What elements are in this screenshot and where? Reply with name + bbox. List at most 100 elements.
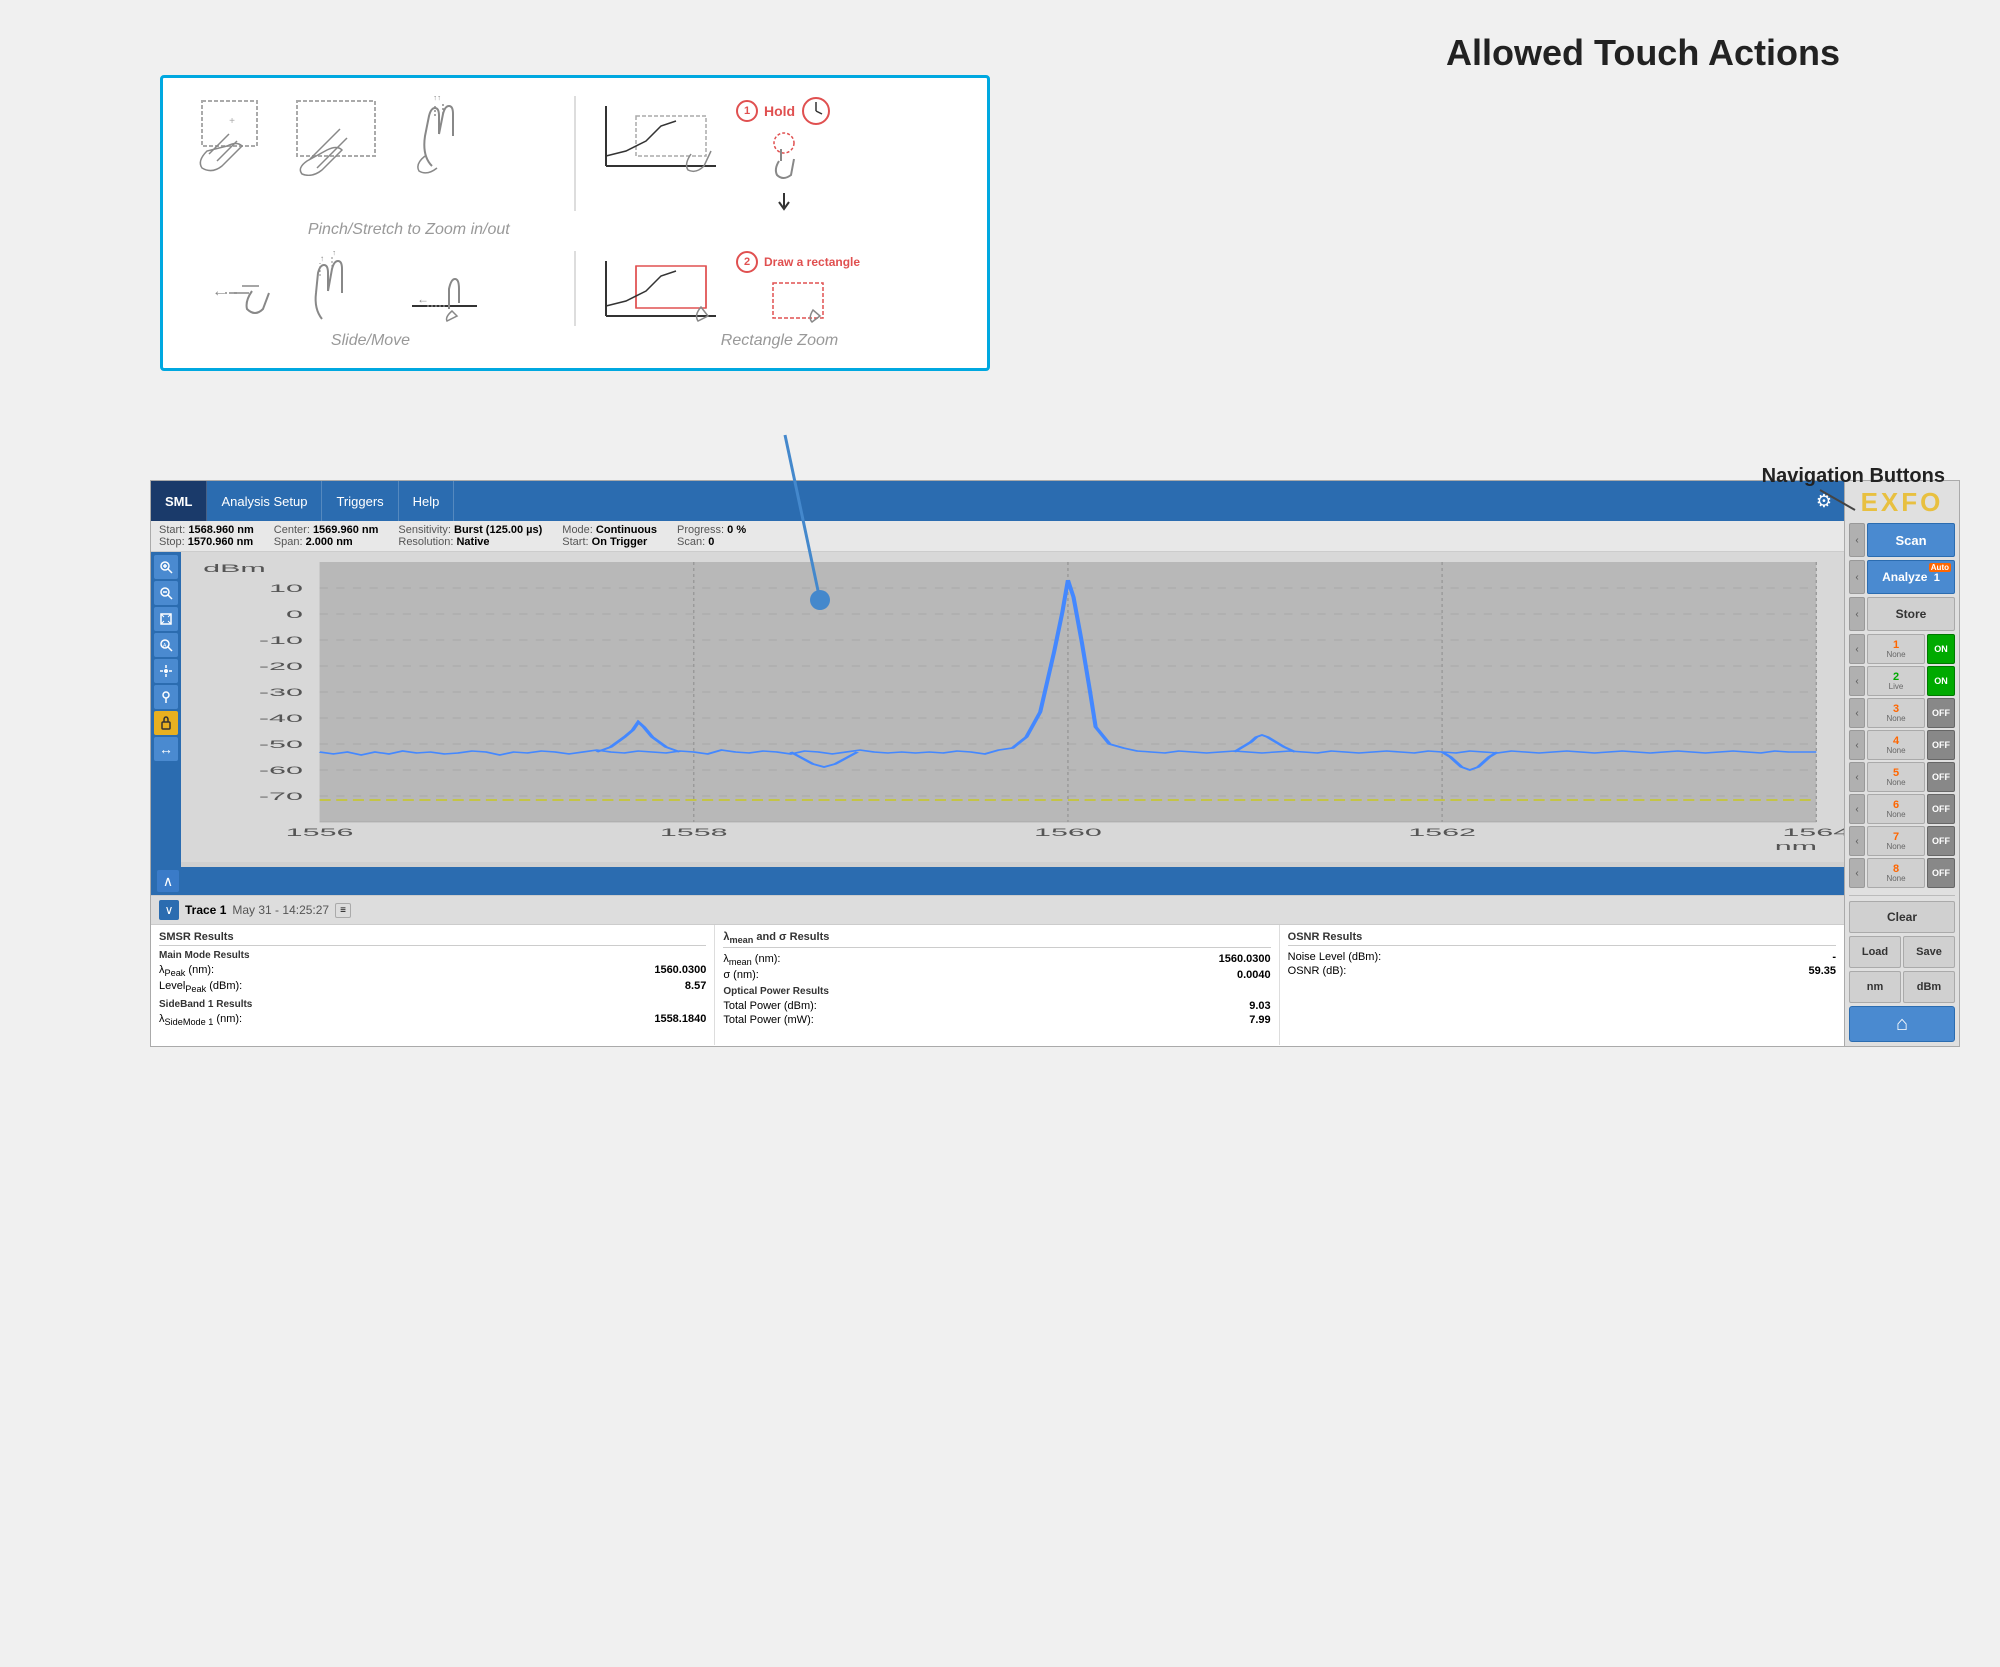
trace-4-btn[interactable]: 4None	[1867, 730, 1925, 760]
span-label: Span:	[274, 536, 303, 548]
results-toggle-btn[interactable]: ∨	[159, 900, 179, 920]
trace-6-status-btn[interactable]: OFF	[1927, 794, 1955, 824]
dbm-btn[interactable]: dBm	[1903, 971, 1955, 1003]
analyze-chevron[interactable]: ‹	[1849, 560, 1865, 594]
trace-1-status-btn[interactable]: ON	[1927, 634, 1955, 664]
chart-container: A ↔	[151, 552, 1844, 867]
trace-2-chevron[interactable]: ‹	[1849, 666, 1865, 696]
svg-text:↑: ↑	[320, 254, 324, 263]
scroll-up-btn[interactable]: ∧	[157, 870, 179, 892]
main-mode-title: Main Mode Results	[159, 950, 706, 961]
store-btn[interactable]: Store	[1867, 597, 1955, 631]
svg-text:-30: -30	[259, 686, 303, 698]
trace-3-chevron[interactable]: ‹	[1849, 698, 1865, 728]
touch-actions-box: + ↑↑	[160, 75, 990, 371]
trace-1-chevron[interactable]: ‹	[1849, 634, 1865, 664]
progress-label: Progress:	[677, 524, 724, 536]
zoom-all-btn[interactable]: A	[154, 633, 178, 657]
sigma-label: σ (nm):	[723, 969, 759, 981]
trace-2-status-btn[interactable]: ON	[1927, 666, 1955, 696]
zoom-in-btn[interactable]	[154, 555, 178, 579]
chart-bottom-nav: ∧	[151, 867, 1844, 895]
osnr-col: OSNR Results Noise Level (dBm): - OSNR (…	[1280, 925, 1844, 1045]
sigma-value: 0.0040	[1237, 969, 1271, 981]
center-label: Center:	[274, 524, 310, 536]
menu-item-analysis[interactable]: Analysis Setup	[207, 481, 322, 521]
svg-text:+: +	[229, 116, 235, 127]
menu-item-triggers[interactable]: Triggers	[322, 481, 398, 521]
save-btn[interactable]: Save	[1903, 936, 1955, 968]
trace-5-chevron[interactable]: ‹	[1849, 762, 1865, 792]
menu-item-sml[interactable]: SML	[151, 481, 207, 521]
svg-text:nm: nm	[1775, 840, 1817, 852]
chart-area[interactable]: 10 0 -10 -20 -30 -40 -50 -60 -70 dBm 155…	[181, 552, 1844, 867]
trace-5-btn[interactable]: 5None	[1867, 762, 1925, 792]
trace-6-btn[interactable]: 6None	[1867, 794, 1925, 824]
load-save-row: Load Save	[1849, 936, 1955, 968]
store-chevron[interactable]: ‹	[1849, 597, 1865, 631]
rect-zoom-bottom-icon	[596, 251, 726, 326]
svg-text:dBm: dBm	[203, 562, 266, 574]
menu-bar: SML Analysis Setup Triggers Help ⚙	[151, 481, 1844, 521]
trace-7-status-btn[interactable]: OFF	[1927, 826, 1955, 856]
analyze-num: 1	[1934, 572, 1940, 584]
trace-3-status-btn[interactable]: OFF	[1927, 698, 1955, 728]
svg-text:1556: 1556	[286, 826, 354, 838]
trace-extra-btn[interactable]: ≡	[335, 903, 351, 918]
total-power-dbm-label: Total Power (dBm):	[723, 1000, 817, 1012]
trace-4-row: ‹4NoneOFF	[1849, 730, 1955, 760]
trace-1-btn[interactable]: 1None	[1867, 634, 1925, 664]
resolution-label: Resolution:	[398, 536, 453, 548]
trace-timestamp: May 31 - 14:25:27	[232, 903, 329, 917]
scan-status-value: 0	[708, 536, 714, 548]
scan-chevron[interactable]: ‹	[1849, 523, 1865, 557]
scan-btn[interactable]: Scan	[1867, 523, 1955, 557]
marker-btn[interactable]	[154, 685, 178, 709]
trace-8-chevron[interactable]: ‹	[1849, 858, 1865, 888]
start-trig-label: Start:	[562, 536, 588, 548]
trace-5-status-btn[interactable]: OFF	[1927, 762, 1955, 792]
span-value: 2.000 nm	[306, 536, 353, 548]
rect-zoom-graph-icon	[596, 96, 726, 176]
total-power-mw-value: 7.99	[1249, 1014, 1270, 1026]
home-btn[interactable]: ⌂	[1849, 1006, 1955, 1042]
lambda-sigma-col: λmean and σ Results λmean (nm): 1560.030…	[715, 925, 1279, 1045]
trace-2-btn[interactable]: 2Live	[1867, 666, 1925, 696]
nav-buttons-label: Navigation Buttons	[1762, 465, 1945, 488]
trace-7-btn[interactable]: 7None	[1867, 826, 1925, 856]
arrow-down-icon	[774, 191, 794, 211]
clear-btn[interactable]: Clear	[1849, 901, 1955, 933]
zoom-fit-btn[interactable]	[154, 607, 178, 631]
trace-3-row: ‹3NoneOFF	[1849, 698, 1955, 728]
trace-4-chevron[interactable]: ‹	[1849, 730, 1865, 760]
trace-8-status-btn[interactable]: OFF	[1927, 858, 1955, 888]
trace-3-btn[interactable]: 3None	[1867, 698, 1925, 728]
pan-btn[interactable]	[154, 659, 178, 683]
zoom-out-btn[interactable]	[154, 581, 178, 605]
analyze-btn[interactable]: Analyze 1 Auto	[1867, 560, 1955, 594]
osnr-title: OSNR Results	[1288, 931, 1836, 946]
results-header: ∨ Trace 1 May 31 - 14:25:27 ≡	[151, 895, 1844, 925]
optical-power-title: Optical Power Results	[723, 986, 1270, 997]
menu-item-help[interactable]: Help	[399, 481, 455, 521]
clock-icon	[801, 96, 831, 126]
chart-sidebar: A ↔	[151, 552, 181, 867]
trace-6-chevron[interactable]: ‹	[1849, 794, 1865, 824]
lock-btn[interactable]	[154, 711, 178, 735]
osnr-db-value: 59.35	[1808, 965, 1836, 977]
trace-4-status-btn[interactable]: OFF	[1927, 730, 1955, 760]
nm-btn[interactable]: nm	[1849, 971, 1901, 1003]
total-power-dbm-value: 9.03	[1249, 1000, 1270, 1012]
lambda-peak-value: 1560.0300	[654, 964, 706, 978]
load-btn[interactable]: Load	[1849, 936, 1901, 968]
trace-8-btn[interactable]: 8None	[1867, 858, 1925, 888]
osnr-db-label: OSNR (dB):	[1288, 965, 1347, 977]
store-btn-row: ‹ Store	[1849, 597, 1955, 631]
rect-zoom-label: Rectangle Zoom	[721, 332, 838, 349]
noise-level-label: Noise Level (dBm):	[1288, 951, 1382, 963]
move-btn[interactable]: ↔	[154, 737, 178, 761]
trace-7-chevron[interactable]: ‹	[1849, 826, 1865, 856]
settings-icon[interactable]: ⚙	[1804, 491, 1844, 512]
stop-value: 1570.960 nm	[188, 536, 253, 548]
results-grid: SMSR Results Main Mode Results λPeak (nm…	[151, 925, 1844, 1045]
